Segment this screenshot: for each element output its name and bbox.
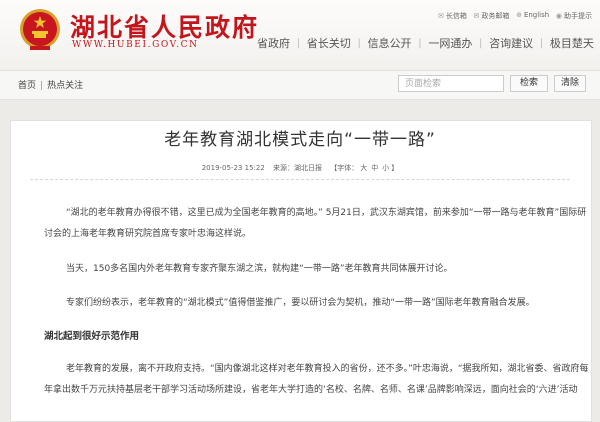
assist-icon: ◉ [555,12,562,20]
national-emblem-icon[interactable] [18,8,62,52]
site-header: 湖北省人民政府 WWW.HUBEI.GOV.CN ✉ 长信箱 ✉ 政务邮箱 ⊕ Eng… [0,0,600,70]
nav-divider: | [539,37,544,49]
main-nav: 省政府 | 省长关切 | 信息公开 | 一网通办 | 咨询建议 | 极目楚天 [255,35,596,51]
breadcrumb-bar: 首页 |热点关注 检索 清除 [0,70,600,100]
nav-item-provincial-gov[interactable]: 省政府 [255,35,292,51]
nav-divider: | [357,37,361,49]
article-paragraph: 当天，150多名国内外老年教育专家齐聚东湖之滨，就构建“一带一路”老年教育共同体… [66,264,453,274]
clear-button[interactable]: 清除 [554,75,586,92]
page-search-input[interactable] [398,75,504,92]
utility-link-gov-email[interactable]: ✉ 政务邮箱 [474,11,510,21]
nav-item-online-services[interactable]: 一网通办 [426,35,474,51]
globe-icon: ⊕ [516,11,522,19]
meta-divider [30,179,570,180]
nav-divider: | [418,37,422,49]
article-date: 2019-05-23 15:22 [201,164,265,172]
site-domain: WWW.HUBEI.GOV.CN [72,40,199,50]
article-paragraph: 专家们纷纷表示，老年教育的“湖北模式”值得借鉴推广，要以研讨会为契机，推动“一带… [66,298,535,308]
article-paragraph-cont: 年拿出数千万元扶持基层老干部学习活动场所建设，省老年大学打造的‘名校、名牌、名师… [44,385,578,395]
article-subheading: 湖北起到很好示范作用 [44,331,140,342]
font-size-medium[interactable]: 中 [371,164,378,172]
nav-item-consult[interactable]: 咨询建议 [487,35,535,51]
article-paragraph: 老年教育的发展，离不开政府支持。“国内像湖北这样对老年教育投入的省份，还不多。”… [66,364,589,374]
utility-link-governor-mailbox[interactable]: ✉ 长信箱 [438,11,467,21]
breadcrumb-home-link[interactable]: 首页 [18,81,36,91]
breadcrumb-separator: | [40,81,44,91]
breadcrumb-current[interactable]: 热点关注 [47,81,83,91]
font-size-large[interactable]: 大 [360,164,367,172]
article-paragraph: “湖北的老年教育办得很不错，这里已成为全国老年教育的高地。” 5月21日，武汉东… [66,208,587,218]
utility-links: ✉ 长信箱 ✉ 政务邮箱 ⊕ English ◉ 助手提示 [438,11,592,21]
article-paragraph-cont: 讨会的上海老年教育研究院首席专家叶忠海这样说。 [44,229,252,239]
article-meta: 2019-05-23 15:22 来源：湖北日报 【字体：大中小】 [0,163,600,173]
nav-item-info-disclosure[interactable]: 信息公开 [366,35,414,51]
breadcrumb: 首页 | 热点关注 [18,78,83,91]
search-button[interactable]: 检索 [510,75,548,92]
nav-item-jimu-chutian[interactable]: 极目楚天 [548,35,596,51]
font-size-small[interactable]: 小 [382,164,389,172]
site-title[interactable]: 湖北省人民政府 [70,8,259,44]
nav-item-governor-concerns[interactable]: 省长关切 [305,35,353,51]
mail-icon: ✉ [438,12,444,20]
utility-link-english[interactable]: ⊕ English [516,11,549,21]
nav-divider: | [296,37,301,49]
utility-link-assist[interactable]: ◉ 助手提示 [556,11,592,21]
nav-divider: | [479,37,483,49]
article-title: 老年教育湖北模式走向“一带一路” [164,130,436,150]
envelope-icon: ✉ [473,12,480,20]
article-source: 来源：湖北日报 [273,164,323,172]
font-size-control: 【字体：大中小】 [330,164,399,172]
